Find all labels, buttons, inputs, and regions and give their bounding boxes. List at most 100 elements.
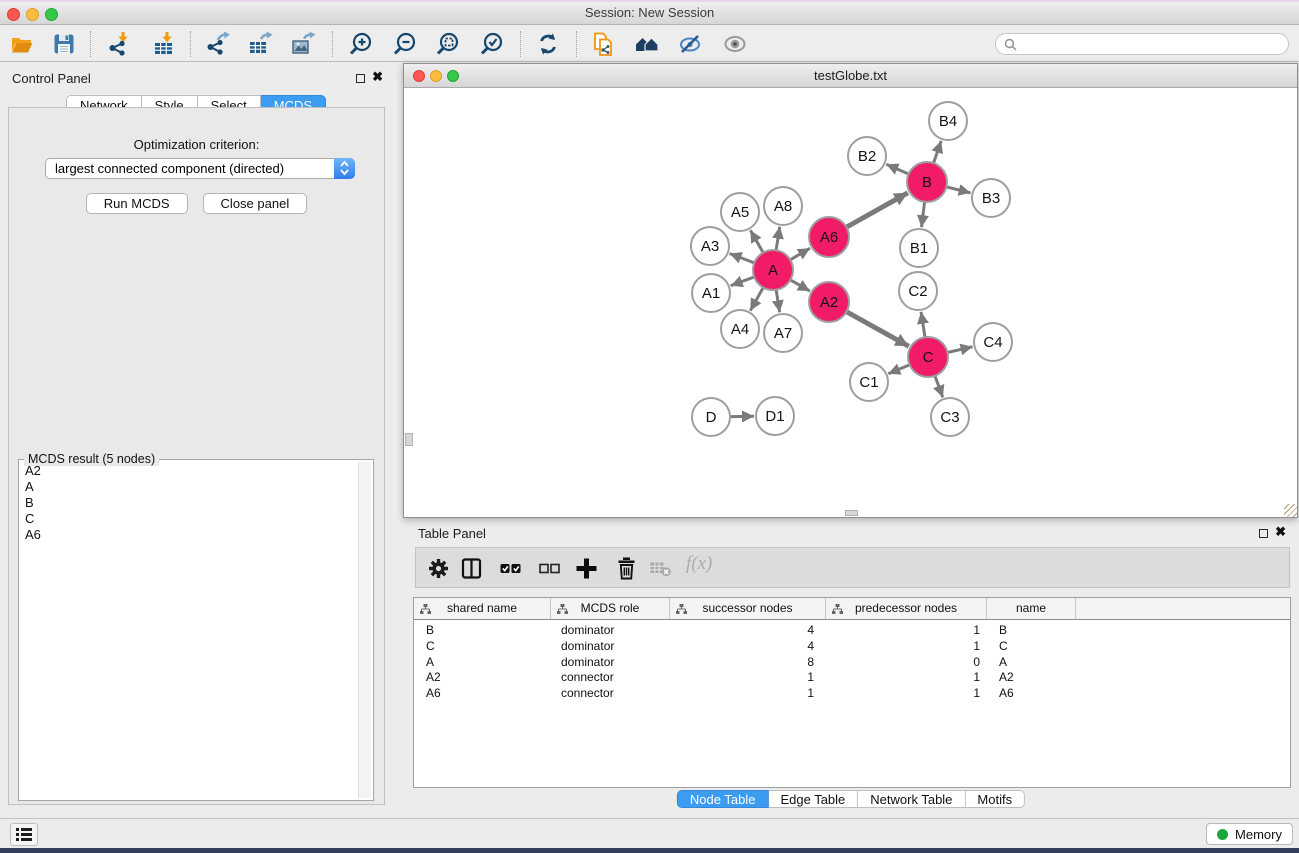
graph-node-D[interactable]: D — [692, 398, 730, 436]
table-row[interactable]: A2connector11A2 — [414, 670, 1290, 686]
table-cell: A6 — [987, 686, 1076, 702]
column-header[interactable]: MCDS role — [551, 598, 670, 619]
graph-node-A4[interactable]: A4 — [721, 310, 759, 348]
tab-edge-table[interactable]: Edge Table — [768, 790, 858, 808]
minimize-window-button[interactable] — [26, 8, 39, 21]
mcds-result-item[interactable]: C — [21, 511, 356, 527]
graph-node-B3[interactable]: B3 — [972, 179, 1010, 217]
criterion-dropdown-value: largest connected component (directed) — [55, 161, 284, 176]
tab-motifs[interactable]: Motifs — [965, 790, 1025, 808]
criterion-dropdown[interactable]: largest connected component (directed) — [45, 158, 355, 179]
deselect-all-button[interactable] — [537, 556, 562, 581]
import-network-button[interactable] — [107, 31, 133, 57]
task-history-button[interactable] — [10, 823, 38, 846]
graph-node-A7[interactable]: A7 — [764, 314, 802, 352]
zoom-selected-button[interactable] — [479, 31, 505, 57]
memory-label: Memory — [1235, 827, 1282, 842]
delete-table-icon — [648, 556, 673, 581]
graph-node-A5[interactable]: A5 — [721, 193, 759, 231]
close-window-button[interactable] — [7, 8, 20, 21]
column-header[interactable]: successor nodes — [670, 598, 826, 619]
optimization-criterion-label: Optimization criterion: — [9, 137, 384, 152]
float-panel-icon[interactable] — [1259, 529, 1268, 538]
search-input[interactable] — [1022, 37, 1280, 51]
column-header[interactable]: predecessor nodes — [826, 598, 987, 619]
export-image-button[interactable] — [290, 31, 316, 57]
save-session-button[interactable] — [51, 31, 77, 57]
table-cell: A2 — [987, 670, 1076, 686]
table-cell: 1 — [826, 639, 987, 655]
network-graph[interactable]: A A1 A2 A3 A4 A5 A6 A7 A8 B B1 B2 B3 B4 C C1 C2 C3C4 D D1 — [404, 88, 1297, 517]
graph-node-C[interactable]: C — [908, 337, 948, 377]
zoom-in-button[interactable] — [348, 31, 374, 57]
table-row[interactable]: A6connector11A6 — [414, 686, 1290, 702]
float-panel-icon[interactable] — [356, 74, 365, 83]
table-row[interactable]: Bdominator41B — [414, 623, 1290, 639]
tab-node-table[interactable]: Node Table — [677, 790, 769, 808]
graph-node-A1[interactable]: A1 — [692, 274, 730, 312]
hide-graphics-details-button[interactable] — [677, 31, 703, 57]
column-header[interactable]: shared name — [414, 598, 551, 619]
zoom-fit-button[interactable] — [435, 31, 461, 57]
table-cell: A6 — [414, 686, 551, 702]
open-session-button[interactable] — [9, 31, 35, 57]
mcds-result-item[interactable]: A6 — [21, 527, 356, 543]
mcds-result-item[interactable]: A — [21, 479, 356, 495]
memory-button[interactable]: Memory — [1206, 823, 1293, 845]
graph-node-A3[interactable]: A3 — [691, 227, 729, 265]
column-header[interactable]: name — [987, 598, 1076, 619]
delete-columns-button[interactable] — [614, 556, 639, 581]
mcds-result-item[interactable]: A2 — [21, 463, 356, 479]
resize-grip-icon[interactable] — [1284, 504, 1297, 517]
graph-node-C4[interactable]: C4 — [974, 323, 1012, 361]
table-cell: A — [987, 655, 1076, 671]
graph-node-B[interactable]: B — [907, 162, 947, 202]
refresh-layout-button[interactable] — [535, 31, 561, 57]
close-view-button[interactable] — [413, 70, 425, 82]
node-label: A7 — [774, 325, 792, 342]
graph-node-A2[interactable]: A2 — [809, 282, 849, 322]
close-panel-icon[interactable]: ✖ — [372, 69, 383, 85]
table-header-row: shared nameMCDS rolesuccessor nodesprede… — [414, 598, 1290, 620]
graph-node-B4[interactable]: B4 — [929, 102, 967, 140]
graph-node-D1[interactable]: D1 — [756, 397, 794, 435]
graph-node-C3[interactable]: C3 — [931, 398, 969, 436]
export-network-button[interactable] — [205, 31, 231, 57]
panel-layout-button[interactable] — [459, 556, 484, 581]
graph-node-A6[interactable]: A6 — [809, 217, 849, 257]
clone-network-button[interactable] — [591, 31, 617, 57]
vertical-scroll-thumb[interactable] — [405, 433, 413, 446]
column-type-icon — [676, 604, 687, 614]
zoom-window-button[interactable] — [45, 8, 58, 21]
zoom-view-button[interactable] — [447, 70, 459, 82]
graph-node-A8[interactable]: A8 — [764, 187, 802, 225]
graph-node-A[interactable]: A — [753, 250, 793, 290]
run-mcds-button[interactable]: Run MCDS — [86, 193, 188, 214]
graph-node-B1[interactable]: B1 — [900, 229, 938, 267]
first-neighbors-button[interactable] — [634, 31, 660, 57]
zoom-out-button[interactable] — [392, 31, 418, 57]
import-table-button[interactable] — [151, 31, 177, 57]
graph-node-C2[interactable]: C2 — [899, 272, 937, 310]
function-builder-button[interactable]: f(x) — [686, 553, 711, 578]
search-field[interactable] — [995, 33, 1289, 55]
network-window-titlebar[interactable]: testGlobe.txt — [404, 64, 1297, 88]
mcds-result-item[interactable]: B — [21, 495, 356, 511]
graph-node-C1[interactable]: C1 — [850, 363, 888, 401]
table-row[interactable]: Adominator80A — [414, 655, 1290, 671]
create-column-button[interactable] — [574, 556, 599, 581]
export-table-button[interactable] — [247, 31, 273, 57]
close-panel-icon[interactable]: ✖ — [1275, 524, 1286, 540]
graph-node-B2[interactable]: B2 — [848, 137, 886, 175]
select-all-button[interactable] — [498, 556, 523, 581]
table-settings-button[interactable] — [426, 556, 451, 581]
minimize-view-button[interactable] — [430, 70, 442, 82]
table-row[interactable]: Cdominator41C — [414, 639, 1290, 655]
tab-network-table[interactable]: Network Table — [858, 790, 965, 808]
close-panel-button[interactable]: Close panel — [203, 193, 308, 214]
delete-table-button[interactable] — [648, 556, 673, 581]
show-details-button[interactable] — [722, 31, 748, 57]
horizontal-scroll-thumb[interactable] — [845, 510, 858, 516]
scrollbar-track[interactable] — [358, 462, 371, 798]
table-cell: 1 — [826, 670, 987, 686]
